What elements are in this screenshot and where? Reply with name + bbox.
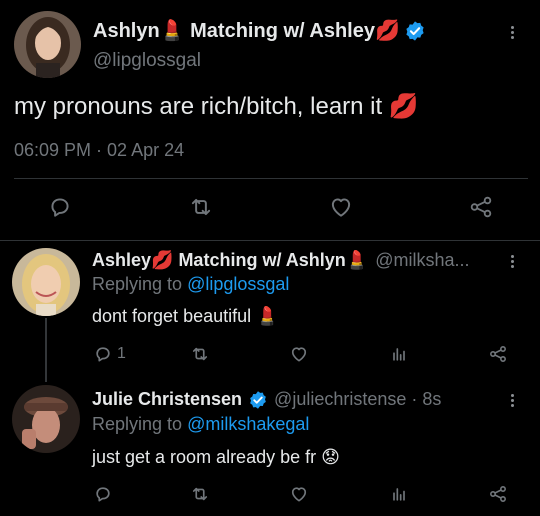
reply-count: 1 <box>117 345 126 362</box>
more-options-icon[interactable] <box>507 24 517 41</box>
thread-line <box>45 318 47 382</box>
like-button[interactable] <box>289 484 309 504</box>
reply-icon <box>96 487 110 502</box>
share-icon <box>490 486 506 502</box>
handle[interactable]: @juliechristense · 8s <box>274 389 441 410</box>
reply-text: just get a room already be fr 😟 <box>92 447 340 467</box>
views-icon <box>393 348 405 361</box>
retweet-button[interactable] <box>190 484 210 504</box>
more-options-icon[interactable] <box>507 392 517 409</box>
reply-button[interactable]: 1 <box>93 344 126 364</box>
display-name[interactable]: Julie Christensen <box>92 389 242 410</box>
share-button[interactable] <box>488 344 508 364</box>
share-button[interactable] <box>488 484 508 504</box>
retweet-button[interactable] <box>188 194 214 220</box>
handle[interactable]: @lipglossgal <box>93 50 201 72</box>
replying-to-label: Replying to <box>92 274 183 294</box>
views-button[interactable] <box>389 344 409 364</box>
retweet-icon <box>191 198 211 216</box>
reply-button[interactable] <box>47 194 73 220</box>
avatar-ashlyn[interactable] <box>14 11 81 78</box>
tweet-text: my pronouns are rich/bitch, learn it 💋 <box>14 93 419 120</box>
share-icon <box>490 346 506 362</box>
divider <box>14 178 528 179</box>
like-button[interactable] <box>289 344 309 364</box>
reply-header: Ashley💋 Matching w/ Ashlyn💄 @milksha... <box>92 250 470 271</box>
display-name-text[interactable]: Ashlyn💄 Matching w/ Ashley💋 <box>93 18 400 43</box>
verified-icon <box>250 390 266 409</box>
retweet-icon <box>192 487 208 501</box>
heart-icon <box>291 347 307 362</box>
like-button[interactable] <box>328 194 354 220</box>
handle[interactable]: @milksha... <box>375 250 469 271</box>
display-name[interactable]: Ashlyn💄 Matching w/ Ashley💋 <box>93 18 426 43</box>
views-button[interactable] <box>389 484 409 504</box>
tweet-timestamp[interactable]: 06:09 PM · 02 Apr 24 <box>14 140 184 161</box>
reply-button[interactable] <box>93 484 113 504</box>
share-icon <box>470 196 492 218</box>
reply-text: dont forget beautiful 💄 <box>92 306 279 326</box>
reply-icon <box>96 347 110 362</box>
retweet-button[interactable] <box>190 344 210 364</box>
replying-to-handle[interactable]: @lipglossgal <box>187 274 289 294</box>
reply-icon <box>51 198 69 217</box>
replying-to-label: Replying to <box>92 414 183 434</box>
retweet-icon <box>192 347 208 361</box>
heart-icon <box>291 487 307 502</box>
avatar-ashley[interactable] <box>12 248 80 316</box>
heart-icon <box>331 198 351 217</box>
section-divider <box>0 240 540 241</box>
more-options-icon[interactable] <box>507 253 517 270</box>
verified-icon <box>406 20 424 41</box>
reply-header: Julie Christensen @juliechristense · 8s <box>92 389 441 410</box>
replying-to-handle[interactable]: @milkshakegal <box>187 414 309 434</box>
replying-to: Replying to @lipglossgal <box>92 274 289 295</box>
display-name[interactable]: Ashley💋 Matching w/ Ashlyn💄 <box>92 250 368 271</box>
replying-to: Replying to @milkshakegal <box>92 414 309 435</box>
share-button[interactable] <box>468 194 494 220</box>
avatar-julie[interactable] <box>12 385 80 453</box>
views-icon <box>393 488 405 501</box>
